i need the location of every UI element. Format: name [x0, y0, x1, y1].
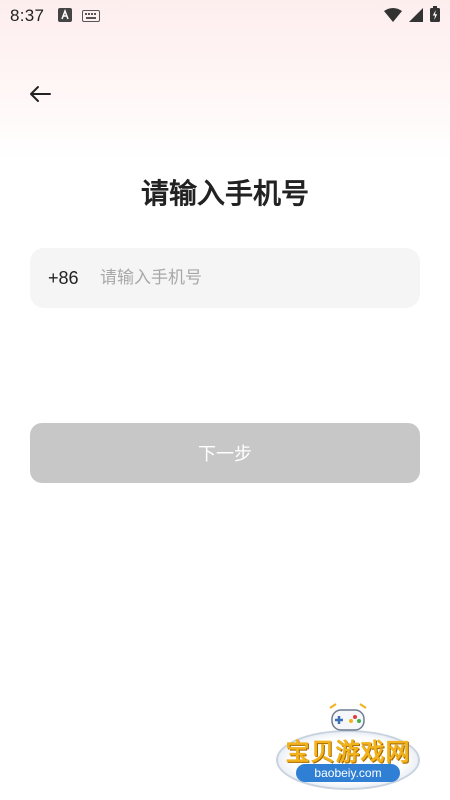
wifi-icon	[384, 7, 402, 26]
watermark-url: baobeiy.com	[296, 764, 400, 782]
back-button[interactable]	[22, 80, 58, 112]
arrow-left-icon	[28, 84, 52, 108]
status-left-icons	[58, 7, 101, 26]
country-code[interactable]: +86	[48, 268, 100, 289]
battery-charging-icon	[430, 6, 440, 26]
next-button[interactable]: 下一步	[30, 423, 420, 483]
page-title: 请输入手机号	[140, 177, 309, 210]
status-right-icons	[384, 6, 440, 26]
phone-input[interactable]	[100, 258, 402, 298]
watermark-logo: 宝贝游戏网 baobeiy.com	[268, 700, 428, 798]
phone-input-container[interactable]: +86	[30, 248, 420, 308]
watermark-title: 宝贝游戏网	[285, 738, 411, 766]
keyboard-icon	[82, 7, 101, 26]
status-bar: 8:37	[0, 0, 450, 32]
status-time: 8:37	[10, 6, 45, 25]
signal-icon	[409, 7, 423, 26]
font-a-icon	[58, 7, 73, 26]
